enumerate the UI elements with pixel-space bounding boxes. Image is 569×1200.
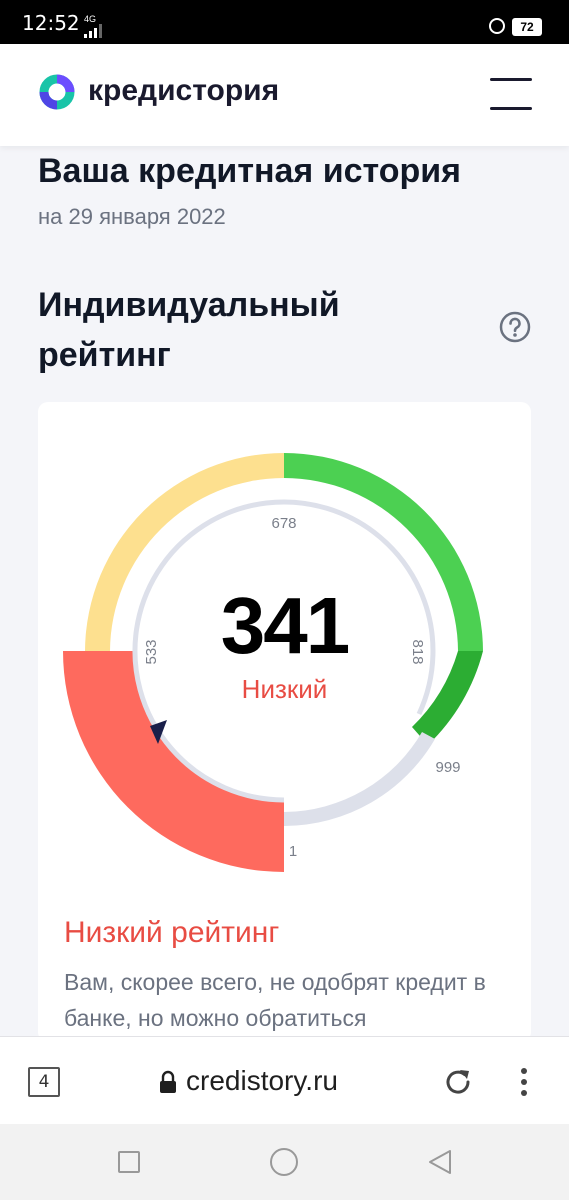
system-navigation-bar: [0, 1124, 569, 1200]
credit-score: 341: [220, 581, 350, 670]
browser-toolbar: 4 credistory.ru: [0, 1036, 569, 1125]
track-outer: [284, 732, 435, 826]
address-bar-url[interactable]: credistory.ru: [186, 1065, 338, 1097]
rating-level-description: Вам, скорее всего, не одобрят кредит в б…: [64, 969, 486, 1031]
page-date: на 29 января 2022: [38, 204, 226, 229]
score-label: Низкий: [241, 674, 328, 704]
rotation-lock-icon: [489, 18, 505, 34]
logo-text[interactable]: кредистория: [88, 74, 279, 108]
back-icon[interactable]: [426, 1148, 454, 1176]
status-bar: 12:52 4G 72: [0, 0, 569, 44]
hamburger-icon[interactable]: [490, 78, 532, 110]
question-circle-icon[interactable]: [499, 311, 531, 343]
page-title: Ваша кредитная история: [38, 152, 462, 190]
logo-icon[interactable]: [38, 73, 76, 111]
signal-icon: [84, 24, 102, 38]
home-icon[interactable]: [270, 1148, 298, 1176]
battery-icon: 72: [512, 18, 542, 36]
network-type: 4G: [84, 14, 97, 24]
tick-999: 999: [435, 759, 460, 776]
rating-card: 678 533 818 999 1 341 Низкий Низкий рейт…: [38, 402, 531, 1042]
status-time: 12:52: [22, 11, 80, 35]
tabs-count-button[interactable]: 4: [28, 1067, 60, 1097]
reload-icon[interactable]: [442, 1066, 474, 1098]
rating-level-title: Низкий рейтинг: [64, 916, 280, 949]
recent-apps-icon[interactable]: [118, 1151, 140, 1173]
site-header: кредистория: [0, 44, 569, 146]
tick-1: 1: [289, 843, 297, 860]
more-vertical-icon[interactable]: [510, 1065, 538, 1099]
tick-678: 678: [271, 515, 296, 532]
lock-icon: [160, 1070, 176, 1093]
rating-heading: Индивидуальный рейтинг: [38, 286, 340, 374]
